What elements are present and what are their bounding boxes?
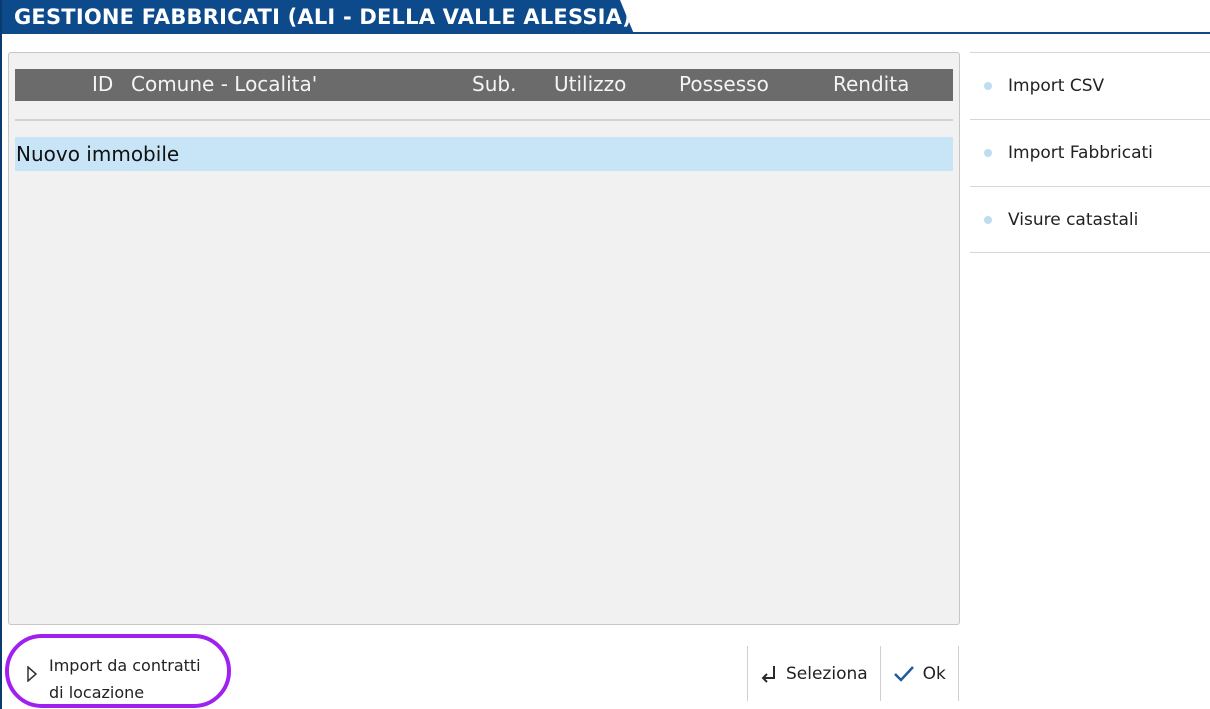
side-menu-visure-catastali[interactable]: Visure catastali xyxy=(970,186,1210,253)
import-contracts-line2: di locazione xyxy=(49,683,145,702)
ok-label: Ok xyxy=(922,663,946,684)
column-header-comune[interactable]: Comune - Localita' xyxy=(131,72,317,96)
window: GESTIONE FABBRICATI (ALI - DELLA VALLE A… xyxy=(0,0,1210,709)
bullet-icon xyxy=(984,82,992,90)
side-menu-label: Import CSV xyxy=(1008,76,1105,96)
triangle-right-icon xyxy=(27,666,37,682)
seleziona-label: Seleziona xyxy=(786,663,868,684)
window-title: GESTIONE FABBRICATI (ALI - DELLA VALLE A… xyxy=(2,0,634,34)
column-header-sub[interactable]: Sub. xyxy=(472,72,516,96)
grid-header: ID Comune - Localita' Sub. Utilizzo Poss… xyxy=(15,69,953,101)
import-contracts-label: Import da contratti di locazione xyxy=(49,652,201,706)
bullet-icon xyxy=(984,149,992,157)
column-header-rendita[interactable]: Rendita xyxy=(833,72,909,96)
import-contracts-button[interactable]: Import da contratti di locazione xyxy=(5,634,231,708)
ok-button[interactable]: Ok xyxy=(879,646,959,701)
import-contracts-line1: Import da contratti xyxy=(49,656,201,675)
side-menu-label: Visure catastali xyxy=(1008,209,1139,230)
bottom-buttons: Seleziona Ok xyxy=(747,646,959,701)
enter-arrow-icon xyxy=(760,664,778,684)
side-menu: Import CSV Import Fabbricati Visure cata… xyxy=(970,52,1210,253)
grid-separator xyxy=(15,119,953,121)
column-header-id[interactable]: ID xyxy=(92,72,113,96)
side-menu-label: Import Fabbricati xyxy=(1008,143,1153,163)
table-row-new-building[interactable]: Nuovo immobile xyxy=(15,137,953,171)
column-header-utilizzo[interactable]: Utilizzo xyxy=(554,72,626,96)
buildings-grid-panel: ID Comune - Localita' Sub. Utilizzo Poss… xyxy=(8,52,960,625)
column-header-possesso[interactable]: Possesso xyxy=(679,72,769,96)
side-menu-import-csv[interactable]: Import CSV xyxy=(970,52,1210,119)
side-menu-import-fabbricati[interactable]: Import Fabbricati xyxy=(970,119,1210,186)
checkmark-icon xyxy=(893,665,915,683)
seleziona-button[interactable]: Seleziona xyxy=(747,646,880,701)
bullet-icon xyxy=(984,215,992,224)
title-underline xyxy=(2,32,1210,34)
